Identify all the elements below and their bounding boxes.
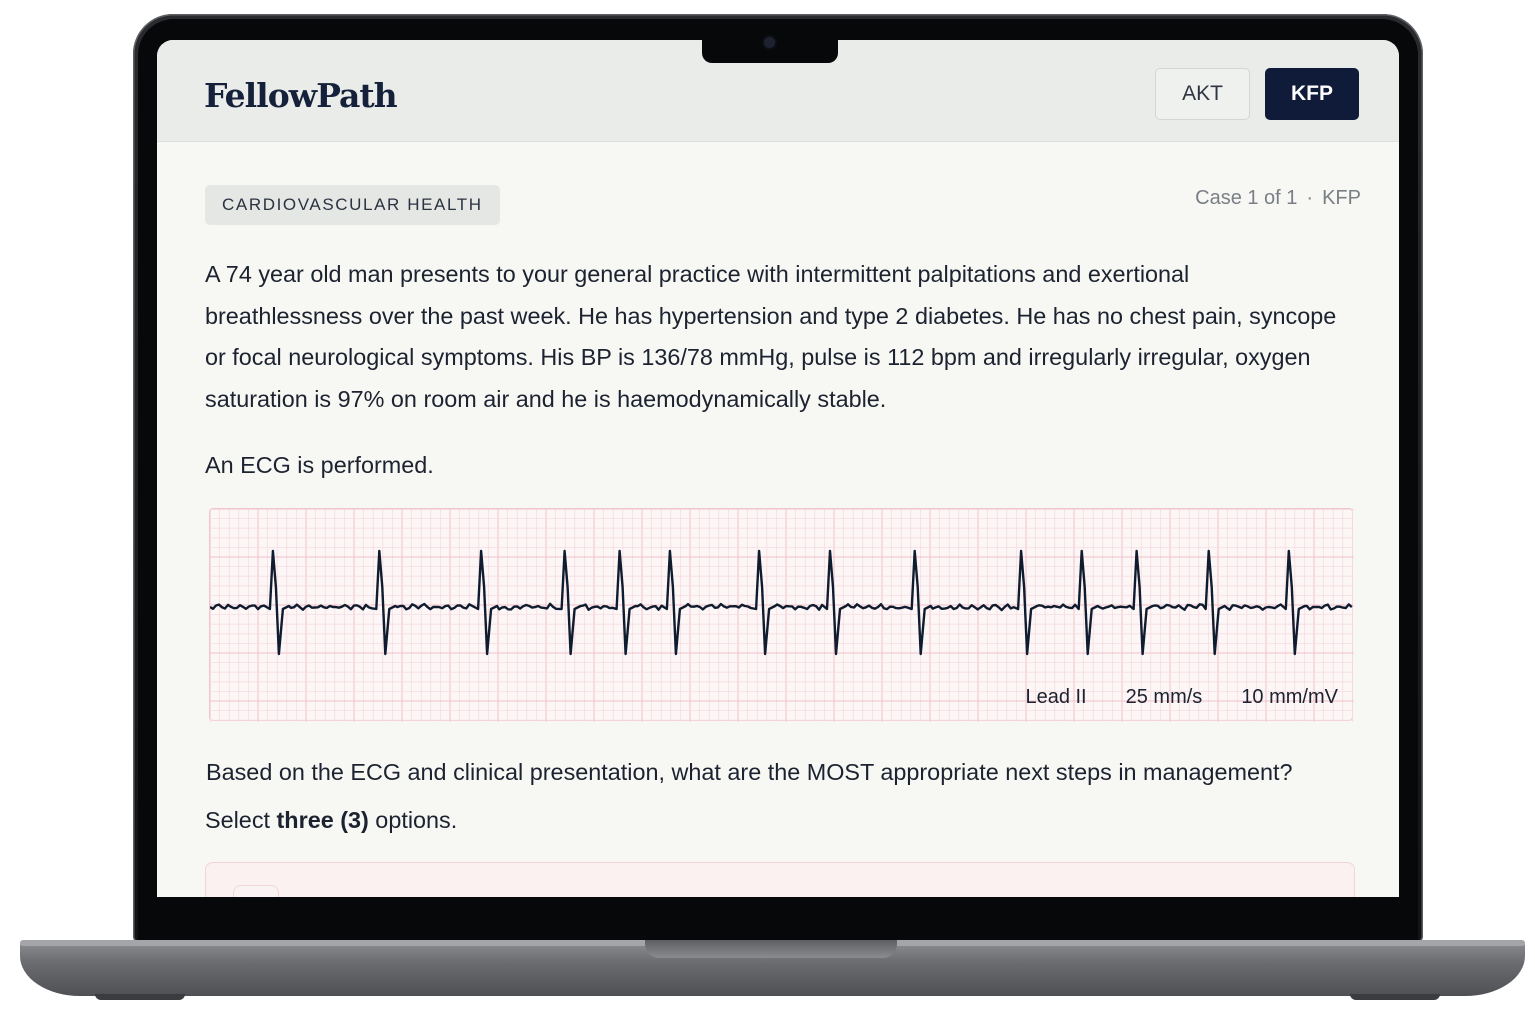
case-exam: KFP bbox=[1322, 187, 1361, 209]
answer-option[interactable] bbox=[205, 862, 1355, 897]
category-badge: CARDIOVASCULAR HEALTH bbox=[205, 185, 500, 225]
option-checkbox[interactable] bbox=[233, 885, 279, 897]
laptop-opening-notch bbox=[645, 940, 897, 958]
case-vignette: A 74 year old man presents to your gener… bbox=[205, 261, 1337, 413]
instruction-prefix: Select bbox=[205, 807, 277, 833]
logo[interactable]: FellowPath bbox=[204, 76, 398, 115]
ecg-intro-text: An ECG is performed. bbox=[205, 452, 434, 478]
question-prompt: Based on the ECG and clinical presentati… bbox=[206, 759, 1293, 785]
laptop-foot bbox=[1350, 994, 1440, 1000]
mode-button-akt[interactable]: AKT bbox=[1155, 68, 1250, 120]
ecg-strip: Lead II 25 mm/s 10 mm/mV bbox=[209, 508, 1354, 722]
case-progress: Case 1 of 1 · KFP bbox=[1195, 187, 1361, 210]
mode-button-kfp[interactable]: KFP bbox=[1265, 68, 1359, 120]
case-meta-separator: · bbox=[1306, 187, 1314, 209]
question-instruction: Select three (3) options. bbox=[205, 800, 457, 841]
ecg-labels: Lead II 25 mm/s 10 mm/mV bbox=[1025, 686, 1338, 709]
laptop-foot bbox=[95, 994, 185, 1000]
screen-chin bbox=[138, 897, 1418, 941]
instruction-suffix: options. bbox=[368, 807, 458, 833]
camera-icon bbox=[764, 37, 775, 48]
app-screen: FellowPath AKT KFP CARDIOVASCULAR HEALTH… bbox=[157, 40, 1399, 897]
instruction-count: three (3) bbox=[276, 807, 369, 833]
ecg-speed-label: 25 mm/s bbox=[1125, 686, 1203, 708]
ecg-lead-label: Lead II bbox=[1025, 686, 1087, 708]
case-position: Case 1 of 1 bbox=[1195, 187, 1298, 209]
ecg-gain-label: 10 mm/mV bbox=[1241, 686, 1338, 708]
